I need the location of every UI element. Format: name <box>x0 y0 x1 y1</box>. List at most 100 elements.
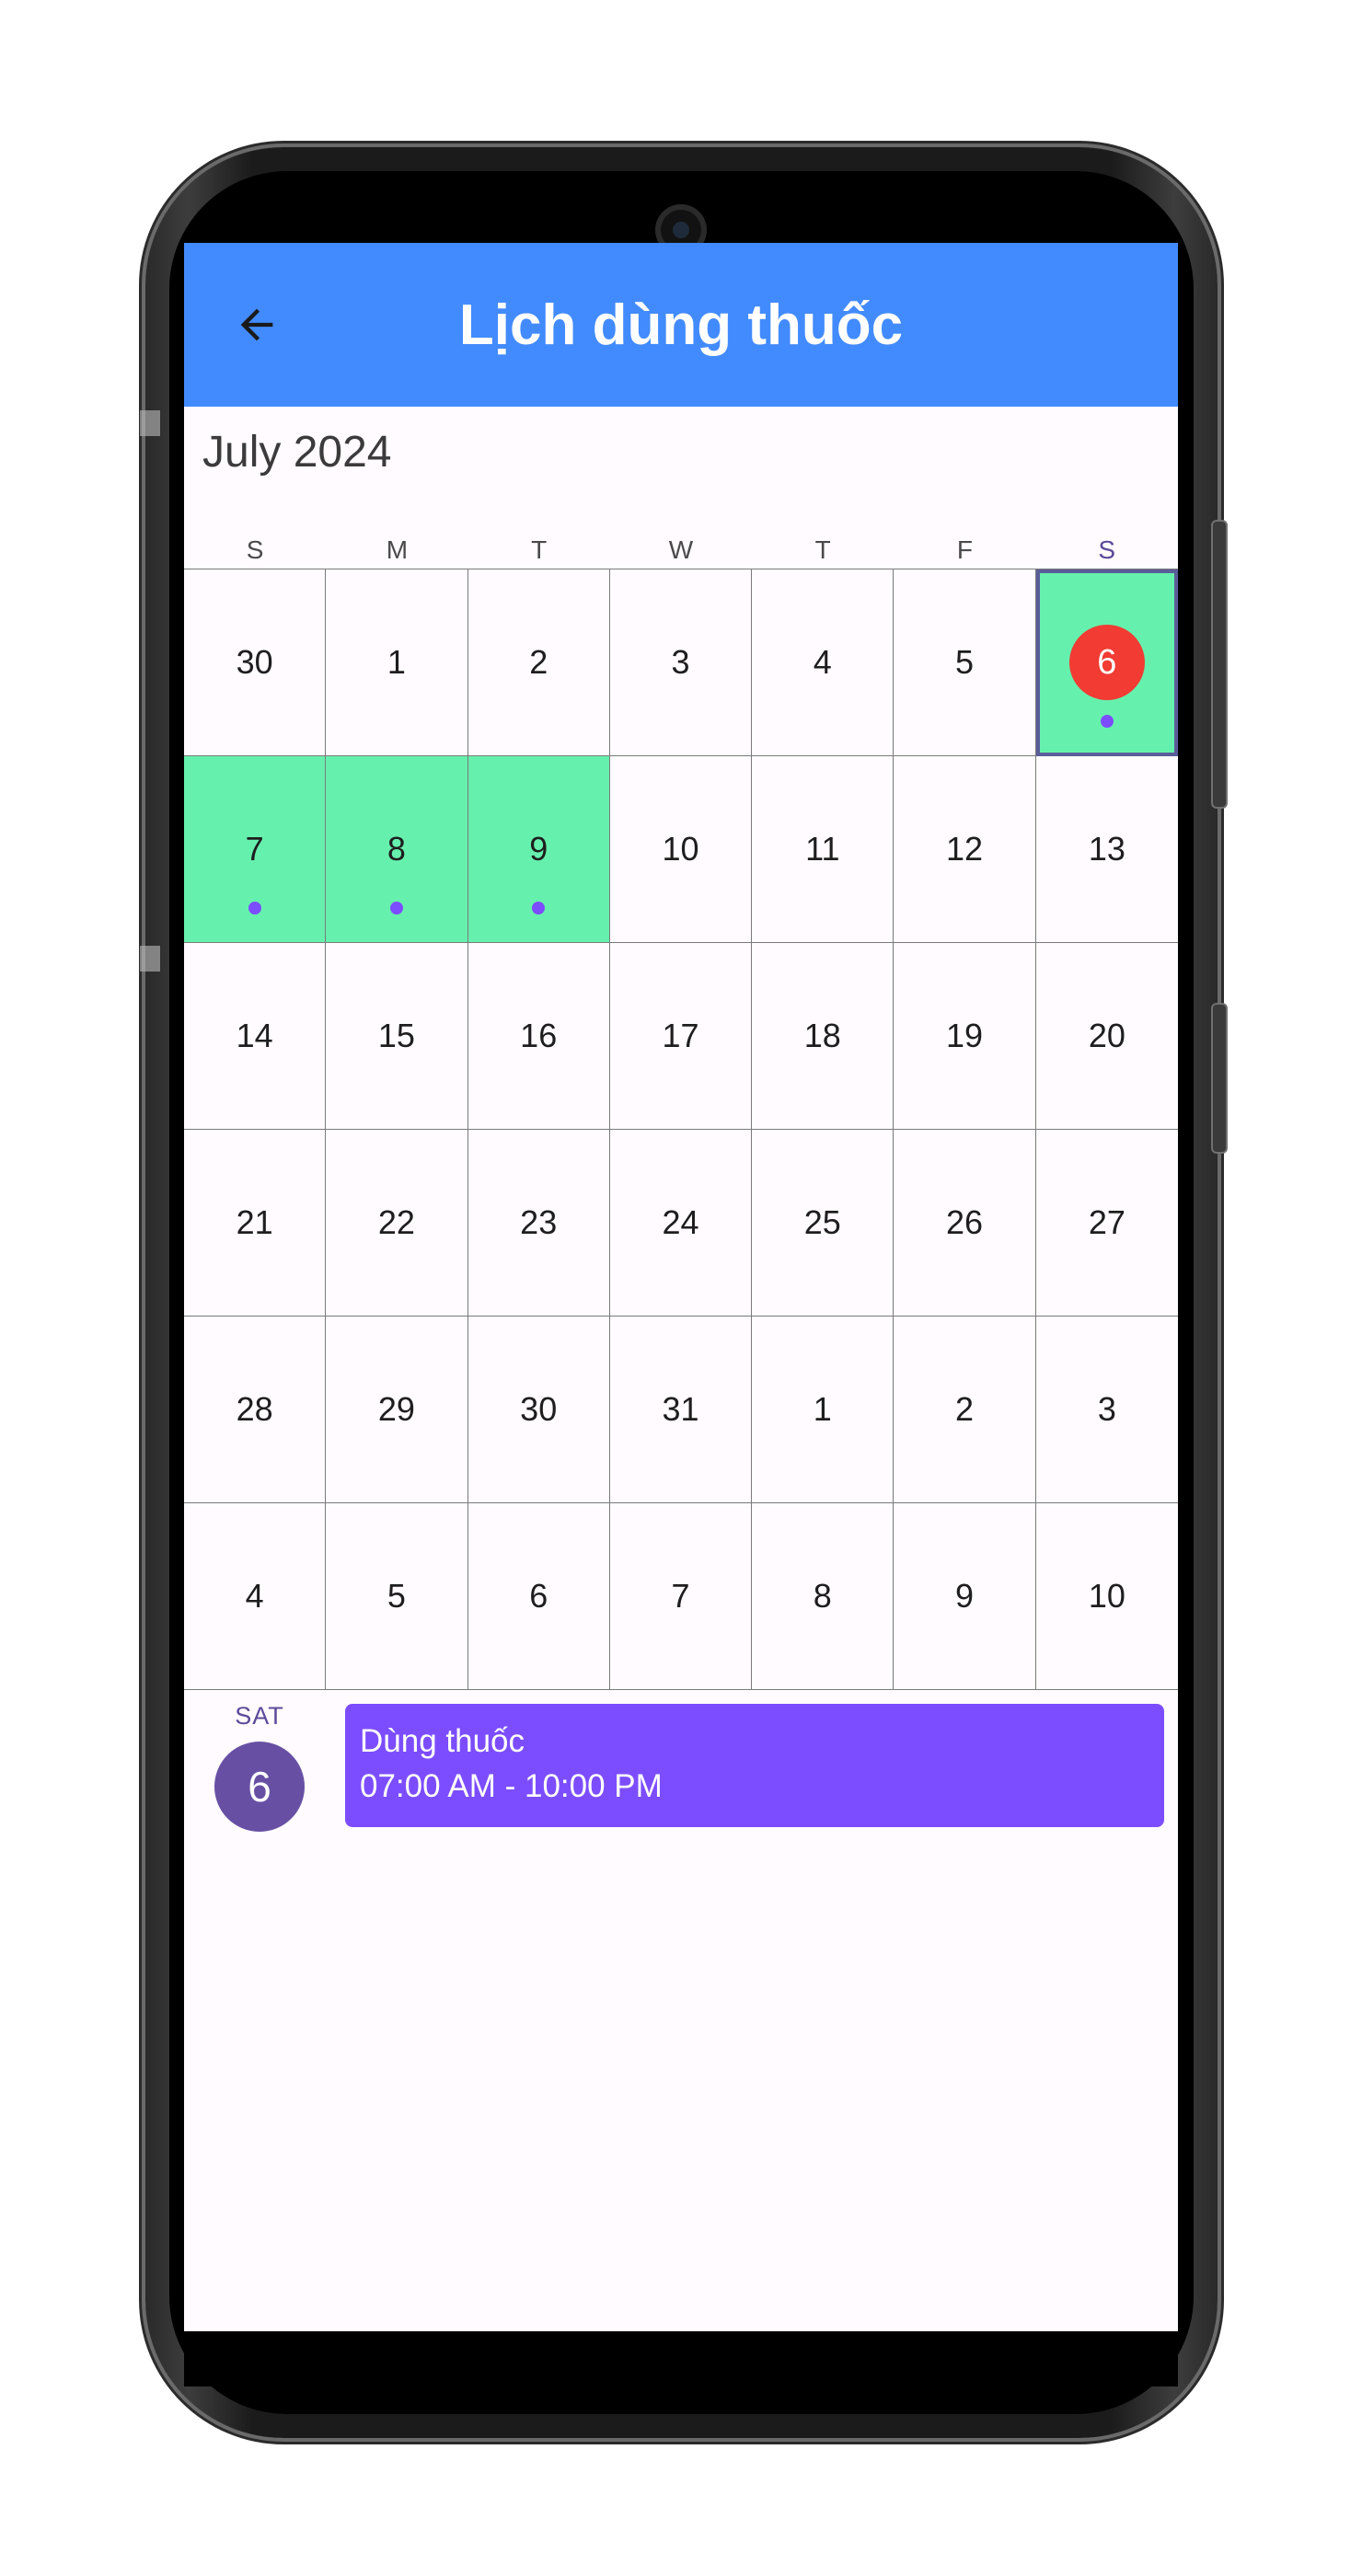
day-number: 4 <box>813 643 832 681</box>
calendar-day-cell[interactable]: 9 <box>467 756 610 943</box>
day-number: 8 <box>813 1577 832 1615</box>
frame-mark <box>140 946 160 972</box>
day-number: 1 <box>813 1390 832 1428</box>
day-number: 9 <box>955 1577 975 1615</box>
calendar-day-cell[interactable]: 10 <box>609 756 753 943</box>
calendar-day-cell[interactable]: 11 <box>752 756 895 943</box>
day-number: 28 <box>236 1390 273 1428</box>
day-number: 5 <box>955 643 975 681</box>
calendar-day-cell[interactable]: 26 <box>894 1130 1036 1317</box>
day-number: 3 <box>671 643 690 681</box>
event-time: 07:00 AM - 10:00 PM <box>360 1768 663 1804</box>
day-number: 7 <box>245 830 264 868</box>
screen-bottom-bezel <box>184 2331 1178 2386</box>
day-number: 9 <box>529 830 548 868</box>
app-bar: Lịch dùng thuốc <box>184 243 1178 407</box>
calendar-day-cell[interactable]: 25 <box>752 1130 895 1317</box>
day-number: 23 <box>520 1203 558 1241</box>
calendar-day-cell[interactable]: 3 <box>1035 1317 1178 1503</box>
calendar-day-cell[interactable]: 14 <box>184 943 327 1130</box>
day-number: 14 <box>236 1017 273 1054</box>
calendar-day-cell[interactable]: 8 <box>752 1503 895 1690</box>
calendar-day-cell[interactable]: 31 <box>609 1317 753 1503</box>
day-number: 11 <box>805 830 840 868</box>
app-screen: Lịch dùng thuốc July 2024 SMTWTFS 30 1 2 3 4… <box>184 243 1178 2331</box>
volume-button <box>1211 520 1228 809</box>
day-number: 13 <box>1088 830 1125 868</box>
calendar-day-cell[interactable]: 18 <box>752 943 895 1130</box>
day-number: 18 <box>803 1017 841 1054</box>
month-label: July 2024 <box>202 428 392 477</box>
day-number: 27 <box>1088 1203 1125 1241</box>
calendar-day-cell[interactable]: 4 <box>752 569 895 756</box>
day-number: 2 <box>529 643 548 681</box>
day-number: 12 <box>946 830 984 868</box>
calendar-day-cell[interactable]: 24 <box>609 1130 753 1317</box>
day-number: 17 <box>662 1017 699 1054</box>
calendar-day-cell[interactable]: 6 <box>1035 569 1178 756</box>
event-dot <box>532 902 546 914</box>
calendar-day-cell[interactable]: 5 <box>326 1503 468 1690</box>
calendar-day-cell[interactable]: 4 <box>184 1503 327 1690</box>
event-dot <box>248 902 261 914</box>
page-title: Lịch dùng thuốc <box>458 293 904 357</box>
day-number: 29 <box>377 1390 415 1428</box>
calendar-day-cell[interactable]: 5 <box>894 569 1036 756</box>
event-card[interactable]: Dùng thuốc 07:00 AM - 10:00 PM <box>345 1704 1164 1827</box>
calendar-day-cell[interactable]: 9 <box>894 1503 1036 1690</box>
calendar-day-cell[interactable]: 15 <box>326 943 468 1130</box>
calendar-day-cell[interactable]: 10 <box>1035 1503 1178 1690</box>
calendar-day-cell[interactable]: 6 <box>467 1503 610 1690</box>
day-number: 19 <box>946 1017 984 1054</box>
event-dot <box>1100 715 1114 728</box>
power-button <box>1211 1003 1228 1154</box>
event-title: Dùng thuốc <box>360 1723 525 1759</box>
calendar-day-cell[interactable]: 17 <box>609 943 753 1130</box>
calendar-day-cell[interactable]: 30 <box>467 1317 610 1503</box>
day-number: 3 <box>1097 1390 1116 1428</box>
calendar-day-cell[interactable]: 7 <box>609 1503 753 1690</box>
day-number: 30 <box>520 1390 558 1428</box>
day-number: 6 <box>529 1577 548 1615</box>
day-number: 4 <box>245 1577 264 1615</box>
calendar-day-cell[interactable]: 30 <box>184 569 327 756</box>
calendar-day-cell[interactable]: 13 <box>1035 756 1178 943</box>
calendar-day-cell[interactable]: 2 <box>894 1317 1036 1503</box>
day-number: 21 <box>236 1203 273 1241</box>
day-number: 22 <box>377 1203 415 1241</box>
calendar-day-cell[interactable]: 8 <box>326 756 468 943</box>
calendar-day-cell[interactable]: 22 <box>326 1130 468 1317</box>
calendar-day-cell[interactable]: 3 <box>609 569 753 756</box>
day-number: 8 <box>387 830 406 868</box>
day-number: 24 <box>662 1203 699 1241</box>
agenda-day-of-week: SAT <box>235 1702 284 1730</box>
calendar-day-cell[interactable]: 16 <box>467 943 610 1130</box>
calendar-day-cell[interactable]: 1 <box>752 1317 895 1503</box>
today-date-number: 6 <box>1068 625 1145 700</box>
day-number: 16 <box>520 1017 558 1054</box>
day-number: 2 <box>955 1390 975 1428</box>
calendar-day-cell[interactable]: 2 <box>467 569 610 756</box>
day-number: 5 <box>387 1577 406 1615</box>
calendar-day-cell[interactable]: 27 <box>1035 1130 1178 1317</box>
calendar-grid: 30 1 2 3 4 5 6 7 8 9 10 11 12 13 14 15 16 17 18 19 20 21 22 23 2… <box>184 569 1178 1690</box>
day-number: 10 <box>1088 1577 1125 1615</box>
calendar-day-cell[interactable]: 1 <box>326 569 468 756</box>
back-button[interactable] <box>221 289 293 361</box>
calendar-day-cell[interactable]: 21 <box>184 1130 327 1317</box>
calendar-day-cell[interactable]: 12 <box>894 756 1036 943</box>
day-number: 15 <box>377 1017 415 1054</box>
calendar-day-cell[interactable]: 28 <box>184 1317 327 1503</box>
agenda-date-badge[interactable]: 6 <box>214 1742 305 1832</box>
calendar-day-cell[interactable]: 19 <box>894 943 1036 1130</box>
frame-mark <box>140 410 160 436</box>
day-number: 20 <box>1088 1017 1125 1054</box>
day-number: 10 <box>662 830 699 868</box>
calendar-day-cell[interactable]: 7 <box>184 756 327 943</box>
arrow-left-icon <box>240 308 273 341</box>
calendar-day-cell[interactable]: 20 <box>1035 943 1178 1130</box>
calendar-day-cell[interactable]: 29 <box>326 1317 468 1503</box>
calendar-day-cell[interactable]: 23 <box>467 1130 610 1317</box>
day-number: 30 <box>236 643 273 681</box>
event-dot <box>389 902 403 914</box>
